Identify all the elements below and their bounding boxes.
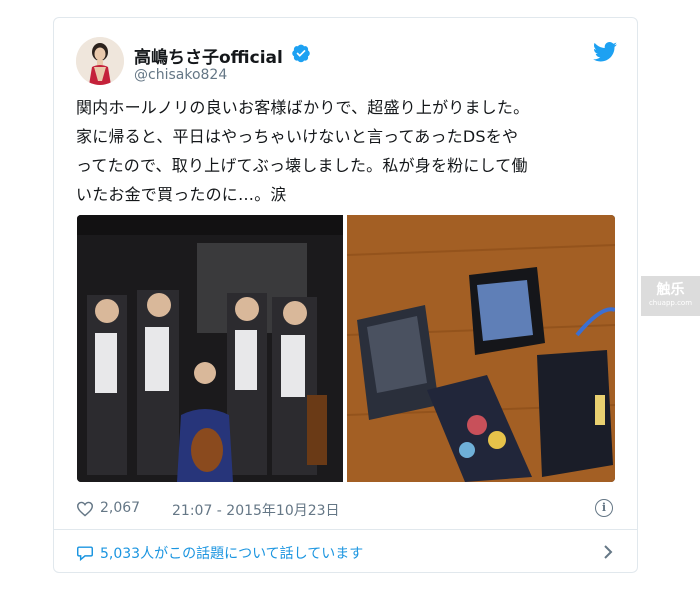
watermark-sub: chuapp.com: [648, 299, 693, 307]
display-name[interactable]: 高嶋ちさ子official: [134, 43, 283, 68]
watermark-main: 触乐: [656, 282, 685, 298]
media-photo-group[interactable]: [77, 215, 343, 482]
media-grid: [77, 215, 615, 482]
tweet-text-line: 関内ホールノリの良いお客様ばかりで、超盛り上がりました。: [76, 98, 530, 117]
info-icon[interactable]: i: [595, 499, 613, 517]
tweet-text: 関内ホールノリの良いお客様ばかりで、超盛り上がりました。 家に帰ると、平日はやっ…: [76, 93, 621, 209]
footer-divider: [54, 529, 637, 530]
conversation-count-text: 5,033人がこの話題について話しています: [100, 546, 364, 562]
handle[interactable]: @chisako824: [134, 67, 227, 83]
comment-icon: [77, 546, 93, 561]
tweet-card: 高嶋ちさ子official @chisako824 関内ホールノリの良いお客様ば…: [53, 17, 638, 573]
avatar[interactable]: [76, 37, 124, 85]
tweet-meta: 2,067 21:07 - 2015年10月23日 i: [76, 498, 621, 522]
verified-badge-icon: [292, 44, 310, 63]
tweet-text-line: いたお金で買ったのに…。涙: [76, 185, 287, 204]
heart-icon[interactable]: [76, 501, 94, 517]
chevron-right-icon: [604, 545, 613, 559]
watermark: 触乐 chuapp.com: [641, 276, 700, 316]
tweet-text-line: 家に帰ると、平日はやっちゃいけないと言ってあったDSをや: [76, 127, 519, 146]
twitter-bird-icon[interactable]: [593, 42, 617, 62]
media-photo-devices[interactable]: [347, 215, 615, 482]
tweet-text-line: ってたので、取り上げてぶっ壊しました。私が身を粉にして働: [76, 156, 528, 175]
like-count[interactable]: 2,067: [100, 500, 140, 516]
conversation-link[interactable]: 5,033人がこの話題について話しています: [76, 542, 621, 564]
timestamp[interactable]: 21:07 - 2015年10月23日: [172, 500, 340, 520]
